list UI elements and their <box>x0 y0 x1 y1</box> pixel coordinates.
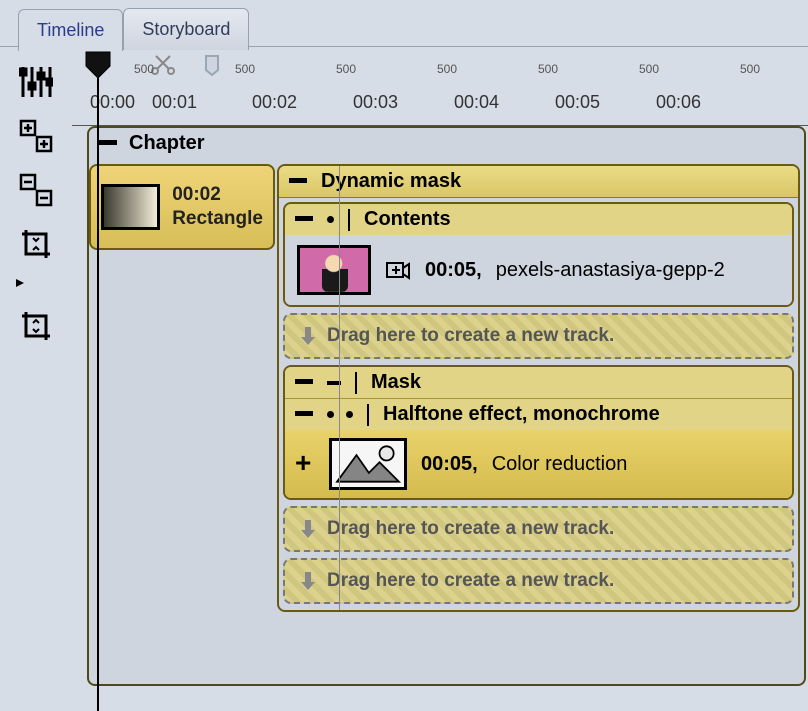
mask-header[interactable]: Mask <box>285 367 792 398</box>
tool-zoom-in-icon[interactable] <box>14 114 58 158</box>
dot-icon <box>327 411 334 418</box>
collapse-icon[interactable] <box>295 216 315 224</box>
section-dynamic-mask[interactable]: Dynamic mask Contents <box>277 164 800 612</box>
collapse-icon[interactable] <box>289 178 309 186</box>
collapse-icon[interactable] <box>99 140 119 148</box>
ruler-ms-500: 500 <box>437 62 457 76</box>
chapter-header[interactable]: Chapter <box>89 128 804 159</box>
halftone-title: Halftone effect, monochrome <box>383 403 660 426</box>
separator-icon <box>355 372 357 394</box>
ruler-sec-1: 00:01 <box>152 92 197 113</box>
drop-hint: Drag here to create a new track. <box>327 570 614 592</box>
clip-media[interactable]: 00:05, pexels-anastasiya-gepp-2 <box>285 235 792 305</box>
drop-hint: Drag here to create a new track. <box>327 325 614 347</box>
tab-storyboard[interactable]: Storyboard <box>123 8 249 50</box>
clip-rectangle[interactable]: 00:02 Rectangle <box>89 164 275 250</box>
ruler-sec-5: 00:05 <box>555 92 600 113</box>
dynamic-mask-title: Dynamic mask <box>321 170 461 193</box>
tool-zoom-out-icon[interactable] <box>14 168 58 212</box>
ruler-ms-500: 500 <box>235 62 255 76</box>
expand-icon[interactable]: + <box>295 454 315 474</box>
section-contents[interactable]: Contents 00:05, pexels-anastasiya-gepp-2 <box>283 202 794 307</box>
drop-hint: Drag here to create a new track. <box>327 518 614 540</box>
ruler-subseconds: 500 500 500 500 500 500 500 <box>72 50 808 86</box>
collapse-icon[interactable] <box>295 411 315 419</box>
ruler-ms-500: 500 <box>336 62 356 76</box>
contents-header[interactable]: Contents <box>285 204 792 235</box>
collapse-icon[interactable] <box>295 379 315 387</box>
tool-tracks-icon[interactable] <box>14 60 58 104</box>
dot-icon <box>327 216 334 223</box>
ruler-sec-6: 00:06 <box>656 92 701 113</box>
ruler-ms-500: 500 <box>639 62 659 76</box>
media-thumbnail <box>297 245 371 295</box>
dynamic-mask-header[interactable]: Dynamic mask <box>279 166 798 198</box>
halftone-header[interactable]: Halftone effect, monochrome <box>285 398 792 430</box>
playhead-nested-line <box>339 166 340 610</box>
rectangle-thumbnail <box>101 184 160 230</box>
drop-zone[interactable]: Drag here to create a new track. <box>283 506 794 552</box>
ruler-ms-500: 500 <box>740 62 760 76</box>
toolbar-expand-arrow-icon[interactable] <box>14 276 26 294</box>
tab-timeline[interactable]: Timeline <box>18 9 123 51</box>
video-icon <box>385 259 411 281</box>
nested-dynamic-mask: Dynamic mask Contents <box>275 160 802 614</box>
down-arrow-icon <box>299 518 317 540</box>
clip-color-reduction[interactable]: + 00:05, Color reduction <box>285 430 792 498</box>
chapter-title: Chapter <box>129 132 205 155</box>
color-reduction-name: Color reduction <box>492 453 628 476</box>
tool-crop-in-icon[interactable] <box>14 222 58 266</box>
ruler-sec-2: 00:02 <box>252 92 297 113</box>
playhead-icon[interactable] <box>84 50 112 80</box>
effect-thumbnail <box>329 438 407 490</box>
clip-rectangle-label: 00:02 Rectangle <box>172 183 263 231</box>
tool-crop-out-icon[interactable] <box>14 304 58 348</box>
dot-icon <box>346 411 353 418</box>
ruler-sec-3: 00:03 <box>353 92 398 113</box>
timeline-area: 500 500 500 500 500 500 500 00:00 00:01 … <box>72 50 808 711</box>
ruler-seconds: 00:00 00:01 00:02 00:03 00:04 00:05 00:0… <box>72 86 808 126</box>
contents-title: Contents <box>364 208 451 231</box>
section-mask[interactable]: Mask Halftone effect, monochrome + <box>283 365 794 500</box>
chapter-container[interactable]: Chapter 00:02 Rectangle Dynamic mask <box>87 126 806 686</box>
ruler-sec-4: 00:04 <box>454 92 499 113</box>
tab-bar: Timeline Storyboard <box>18 8 249 50</box>
playhead-line <box>97 78 99 711</box>
drop-zone[interactable]: Drag here to create a new track. <box>283 558 794 604</box>
ruler-ms-500: 500 <box>538 62 558 76</box>
down-arrow-icon <box>299 325 317 347</box>
left-toolbar <box>0 50 72 348</box>
ruler-ms-500: 500 <box>134 62 154 76</box>
separator-icon <box>348 209 350 231</box>
drop-zone[interactable]: Drag here to create a new track. <box>283 313 794 359</box>
media-filename: pexels-anastasiya-gepp-2 <box>496 259 725 282</box>
time-ruler[interactable]: 500 500 500 500 500 500 500 00:00 00:01 … <box>72 50 808 126</box>
separator-icon <box>367 404 369 426</box>
color-reduction-time: 00:05, <box>421 453 478 476</box>
media-time: 00:05, <box>425 259 482 282</box>
mask-title: Mask <box>371 371 421 394</box>
down-arrow-icon <box>299 570 317 592</box>
